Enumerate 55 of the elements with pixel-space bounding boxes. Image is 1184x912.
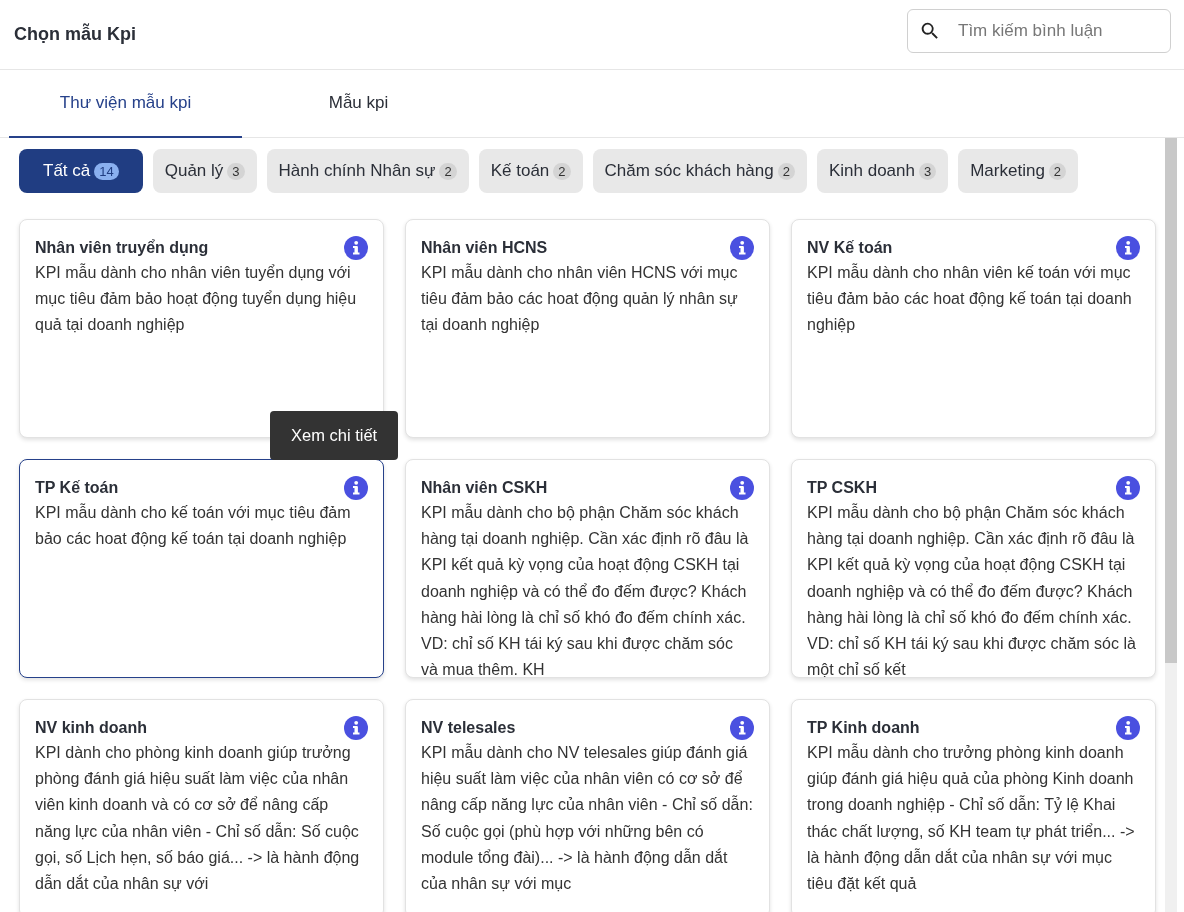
- count-badge: 2: [439, 162, 457, 180]
- filter-chip[interactable]: Chăm sóc khách hàng 2: [592, 149, 807, 193]
- filter-chip[interactable]: Tất cả 14: [19, 149, 143, 193]
- tab[interactable]: Mẫu kpi: [242, 70, 475, 138]
- card-description: KPI mẫu dành cho NV telesales giúp đánh giá hiệu suất làm việc của nhân viên có cơ sở để nâng cấp năng lực của nhân viên - Chỉ số dẫn: Số cuộc gọi (phù hợp với những bên có module tổng đài)... -> là hành động dẫn dắt của nhân sự với mục: [421, 742, 754, 894]
- page-title: Chọn mẫu Kpi: [14, 24, 136, 45]
- card-description: KPI mẫu dành cho kế toán với mục tiêu đảm bảo các hoat động kế toán tại doanh nghiệp: [35, 502, 352, 550]
- kpi-card[interactable]: NV Kế toán KPI mẫu dành cho nhân viên kế toán với mục tiêu đảm bảo các hoat động kế toán tại doanh nghiệp: [791, 219, 1156, 438]
- card-description: KPI mẫu dành cho trưởng phòng kinh doanh giúp đánh giá hiệu quả của phòng Kinh doanh trong doanh nghiệp - Chỉ số dẫn: Tỷ lệ Khai thác chất lượng, số KH team tự phát triển... -> là hành động dẫn dắt của nhân sự với mục tiêu đặt kết quả: [807, 742, 1136, 894]
- info-icon[interactable]: [344, 476, 368, 500]
- filter-chip[interactable]: Hành chính Nhân sự 2: [266, 149, 469, 193]
- info-icon[interactable]: [344, 716, 368, 740]
- tab[interactable]: Thư viện mẫu kpi: [9, 70, 242, 138]
- card-title: TP CSKH: [807, 478, 877, 498]
- kpi-card[interactable]: TP Kế toán KPI mẫu dành cho kế toán với mục tiêu đảm bảo các hoat động kế toán tại doanh nghiệp: [19, 459, 384, 678]
- card-title: NV Kế toán: [807, 238, 893, 258]
- kpi-card[interactable]: [405, 459, 770, 678]
- count-badge: 2: [777, 162, 795, 180]
- card-description: KPI mẫu dành cho nhân viên kế toán với mục tiêu đảm bảo các hoat động kế toán tại doanh nghiệp: [807, 262, 1133, 336]
- scrollbar[interactable]: [1165, 138, 1177, 912]
- card-title: Nhân viên CSKH: [421, 478, 548, 498]
- info-icon[interactable]: [730, 236, 754, 260]
- count-badge: 2: [553, 162, 571, 180]
- kpi-card[interactable]: [405, 699, 770, 912]
- card-title: Nhân viên HCNS: [421, 238, 548, 258]
- card-description: KPI mẫu dành cho bộ phận Chăm sóc khách hàng tại doanh nghiệp. Cần xác định rõ đâu là KPI kết quả kỳ vọng của hoạt động CSKH tại doanh nghiệp và có thể đo đếm được? Khách hàng hài lòng là chỉ số khó đo đếm chính xác. VD: chỉ số KH tái ký sau khi được chăm sóc và mua thêm. KH: [421, 502, 750, 677]
- card-title: NV telesales: [421, 718, 516, 738]
- kpi-card[interactable]: [791, 459, 1156, 678]
- search-field[interactable]: Tìm kiếm bình luận: [907, 8, 1171, 53]
- tooltip: Xem chi tiết: [270, 411, 399, 460]
- card-description: KPI mẫu dành cho nhân viên HCNS với mục tiêu đảm bảo các hoat động quản lý nhân sự tại doanh nghiệp: [421, 262, 739, 336]
- card-description: KPI mẫu dành cho nhân viên tuyển dụng với mục tiêu đảm bảo hoạt động tuyển dụng hiệu quả tại doanh nghiệp: [35, 262, 358, 336]
- filter-chip[interactable]: Kinh doanh 3: [816, 149, 949, 193]
- count-badge: 3: [227, 162, 245, 180]
- card-title: TP Kinh doanh: [807, 718, 920, 738]
- card-title: NV kinh doanh: [35, 718, 147, 738]
- count-badge: 3: [918, 162, 937, 180]
- count-badge: 2: [1048, 162, 1067, 180]
- info-icon[interactable]: [1116, 236, 1140, 260]
- card-title: Nhân viên truyển dụng: [35, 238, 209, 258]
- filter-chip[interactable]: Quản lý 3: [152, 149, 257, 193]
- filter-chip[interactable]: Marketing 2: [958, 149, 1079, 193]
- info-icon[interactable]: [1116, 476, 1140, 500]
- kpi-card[interactable]: Nhân viên HCNS KPI mẫu dành cho nhân viên HCNS với mục tiêu đảm bảo các hoat động quản lý nhân sự tại doanh nghiệp: [405, 219, 770, 438]
- filter-chip[interactable]: Kế toán 2: [478, 149, 583, 193]
- info-icon[interactable]: [344, 236, 368, 260]
- card-description: KPI dành cho phòng kinh doanh giúp trưởng phòng đánh giá hiệu suất làm việc của nhân viên kinh doanh và có cơ sở để nâng cấp năng lực của nhân viên - Chỉ số dẫn: Số cuộc gọi, số Lịch hẹn, số báo giá... -> là hành động dẫn dắt của nhân sự với: [35, 743, 361, 894]
- info-icon[interactable]: [730, 716, 754, 740]
- count-badge: 14: [94, 162, 119, 180]
- card-description: KPI mẫu dành cho bộ phận Chăm sóc khách hàng tại doanh nghiệp. Cần xác định rõ đâu là KPI kết quả kỳ vọng của hoạt động CSKH tại doanh nghiệp và có thể đo đếm được? Khách hàng hài lòng là chỉ số khó đo đếm chính xác. VD: chỉ số KH tái ký sau khi được chăm sóc là một chỉ số kết: [807, 502, 1137, 677]
- info-icon[interactable]: [1116, 716, 1140, 740]
- card-title: TP Kế toán: [35, 478, 119, 498]
- kpi-card[interactable]: [19, 699, 384, 912]
- info-icon[interactable]: [730, 476, 754, 500]
- kpi-card[interactable]: [791, 699, 1156, 912]
